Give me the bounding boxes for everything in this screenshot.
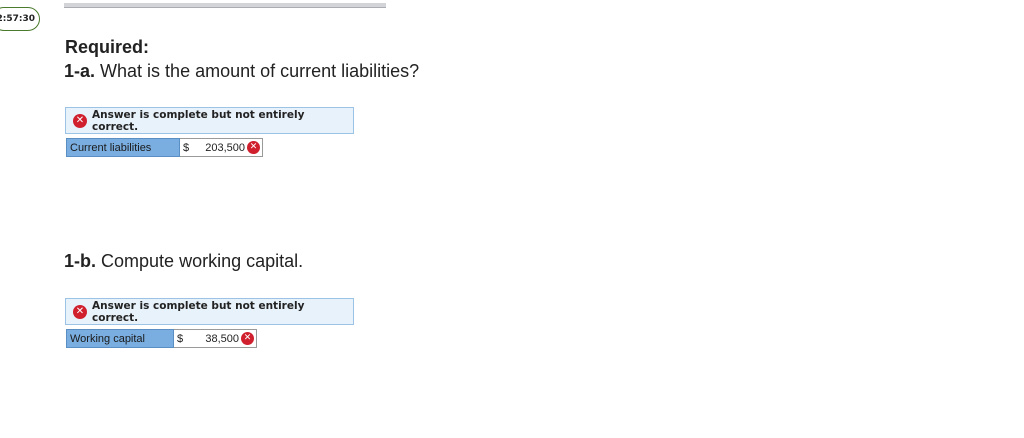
currency-symbol: $: [183, 141, 190, 154]
feedback-banner: ✕ Answer is complete but not entirely co…: [65, 298, 354, 325]
answer-input[interactable]: $ 38,500 ✕: [174, 329, 257, 348]
question-1a: 1-a. What is the amount of current liabi…: [64, 61, 419, 82]
question-number: 1-b.: [64, 251, 97, 271]
answer-row: Working capital $ 38,500 ✕: [66, 329, 257, 348]
incorrect-x-icon: ✕: [73, 113, 87, 128]
currency-symbol: $: [177, 332, 184, 345]
field-label: Current liabilities: [66, 138, 180, 157]
incorrect-x-icon: ✕: [241, 332, 254, 345]
answer-input[interactable]: $ 203,500 ✕: [180, 138, 263, 157]
field-label: Working capital: [66, 329, 174, 348]
question-number: 1-a.: [64, 61, 96, 81]
question-text: Compute working capital.: [101, 251, 304, 271]
timer-badge: 02:57:30: [0, 7, 40, 31]
question-text: What is the amount of current liabilitie…: [100, 61, 420, 81]
progress-bar: [64, 3, 386, 8]
answer-value: 38,500: [205, 332, 239, 345]
feedback-text: Answer is complete but not entirely corr…: [92, 299, 305, 324]
answer-value: 203,500: [205, 141, 245, 154]
answer-row: Current liabilities $ 203,500 ✕: [66, 138, 263, 157]
feedback-banner: ✕ Answer is complete but not entirely co…: [65, 107, 354, 134]
feedback-text: Answer is complete but not entirely corr…: [92, 108, 305, 133]
required-heading: Required:: [65, 37, 150, 57]
incorrect-x-icon: ✕: [247, 141, 260, 154]
question-1b: 1-b. Compute working capital.: [64, 251, 303, 272]
incorrect-x-icon: ✕: [73, 304, 87, 319]
timer-text: 02:57:30: [0, 14, 35, 24]
